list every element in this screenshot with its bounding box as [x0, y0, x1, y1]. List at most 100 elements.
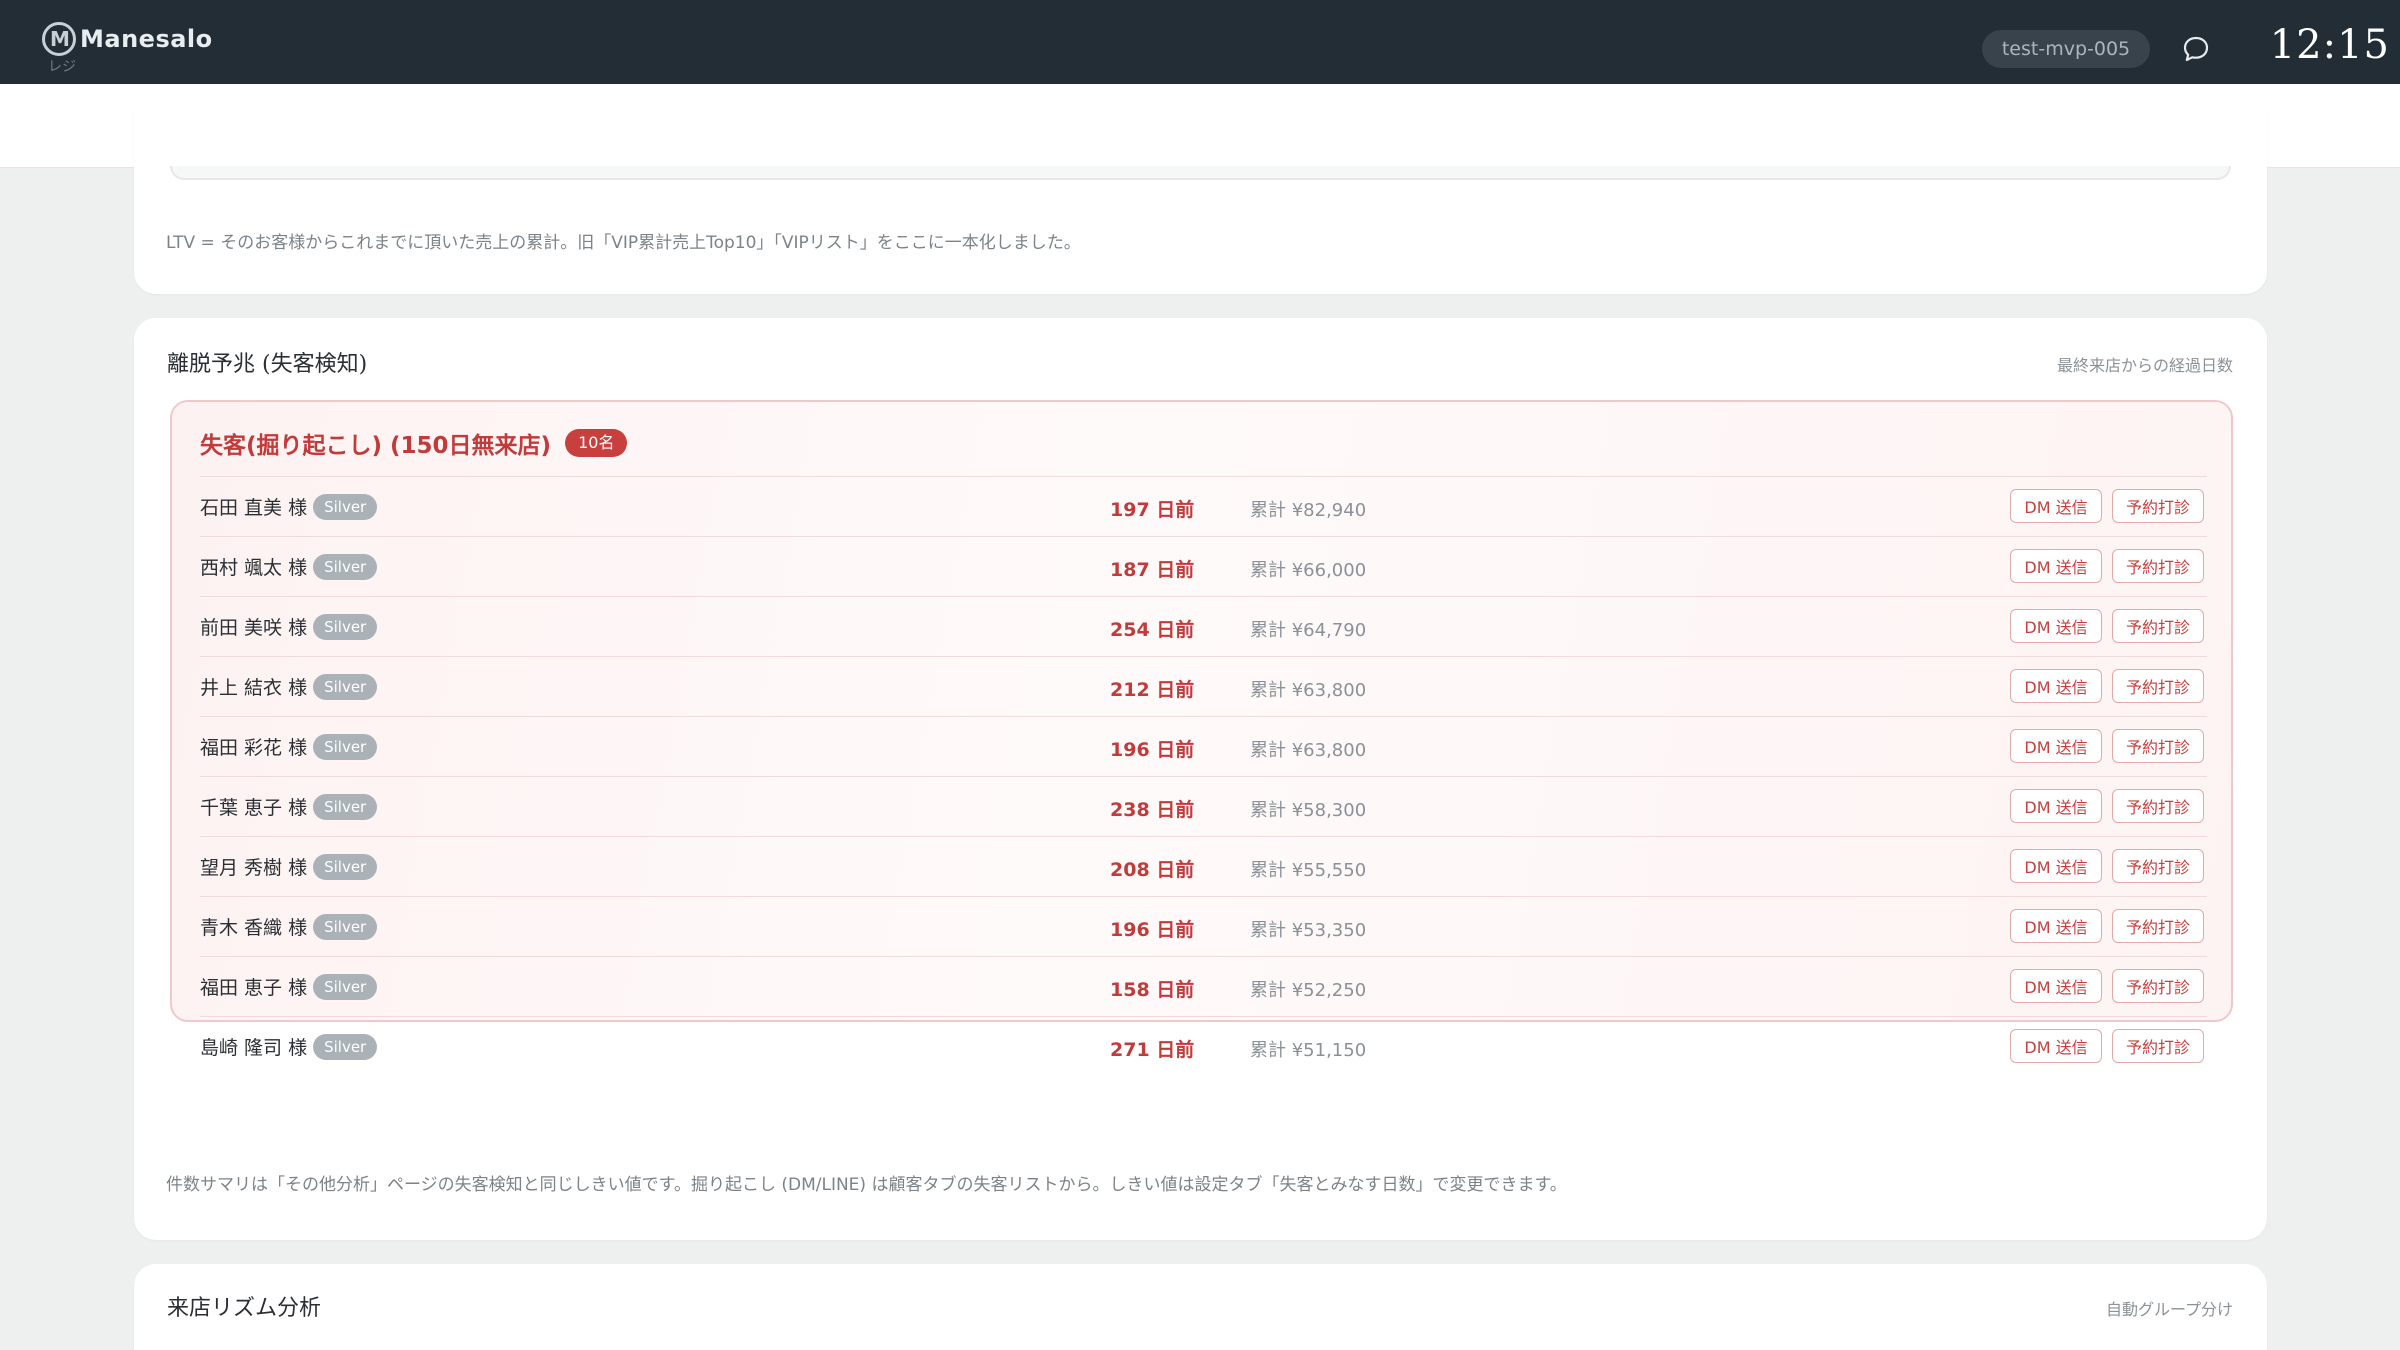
ltv-note: LTV = そのお客様からこれまでに頂いた売上の累計。旧「VIP累計売上Top1…: [166, 233, 1081, 253]
days-since-visit: 212 日前: [1110, 679, 1195, 701]
customer-name[interactable]: 福田 恵子 様: [200, 977, 307, 999]
reservation-offer-button[interactable]: 予約打診: [2112, 729, 2204, 763]
table-row: 千葉 恵子 様 Silver 238 日前 累計 ¥58,300 DM 送信 予約打診: [200, 776, 2207, 836]
table-row: 西村 颯太 様 Silver 187 日前 累計 ¥66,000 DM 送信 予約打診: [200, 536, 2207, 596]
customer-name[interactable]: 井上 結衣 様: [200, 677, 307, 699]
send-dm-button[interactable]: DM 送信: [2010, 669, 2102, 703]
table-row: 福田 恵子 様 Silver 158 日前 累計 ¥52,250 DM 送信 予約打診: [200, 956, 2207, 1016]
lifetime-total: 累計 ¥63,800: [1250, 680, 1367, 701]
days-since-visit: 187 日前: [1110, 559, 1195, 581]
reservation-offer-button[interactable]: 予約打診: [2112, 549, 2204, 583]
reservation-offer-button[interactable]: 予約打診: [2112, 609, 2204, 643]
table-row: 福田 彩花 様 Silver 196 日前 累計 ¥63,800 DM 送信 予約打診: [200, 716, 2207, 776]
lifetime-total: 累計 ¥51,150: [1250, 1040, 1367, 1061]
top-bar: Manesalo レジ test-mvp-005 12:15: [0, 0, 2400, 84]
days-since-visit: 208 日前: [1110, 859, 1195, 881]
customer-name[interactable]: 石田 直美 様: [200, 497, 307, 519]
table-row: 前田 美咲 様 Silver 254 日前 累計 ¥64,790 DM 送信 予約打診: [200, 596, 2207, 656]
customer-name-cell: 石田 直美 様 Silver: [200, 493, 378, 522]
customer-name[interactable]: 前田 美咲 様: [200, 617, 307, 639]
churn-card-subtitle: 最終来店からの経過日数: [2056, 356, 2233, 375]
reservation-offer-button[interactable]: 予約打診: [2112, 1029, 2204, 1063]
customer-name-cell: 島崎 隆司 様 Silver: [200, 1033, 378, 1062]
reservation-offer-button[interactable]: 予約打診: [2112, 909, 2204, 943]
table-row: 井上 結衣 様 Silver 212 日前 累計 ¥63,800 DM 送信 予約打診: [200, 656, 2207, 716]
table-row: 青木 香織 様 Silver 196 日前 累計 ¥53,350 DM 送信 予約打診: [200, 896, 2207, 956]
rhythm-card-title: 来店リズム分析: [167, 1296, 322, 1321]
days-since-visit: 197 日前: [1110, 499, 1195, 521]
send-dm-button[interactable]: DM 送信: [2010, 549, 2102, 583]
customer-name-cell: 西村 颯太 様 Silver: [200, 553, 378, 582]
lifetime-total: 累計 ¥82,940: [1250, 500, 1367, 521]
send-dm-button[interactable]: DM 送信: [2010, 1029, 2102, 1063]
send-dm-button[interactable]: DM 送信: [2010, 609, 2102, 643]
rank-badge: Silver: [313, 913, 378, 940]
customer-name-cell: 青木 香織 様 Silver: [200, 913, 378, 942]
rank-badge: Silver: [313, 973, 378, 1000]
days-since-visit: 254 日前: [1110, 619, 1195, 641]
send-dm-button[interactable]: DM 送信: [2010, 729, 2102, 763]
chat-bubble-icon[interactable]: [2182, 35, 2210, 63]
customer-name[interactable]: 青木 香織 様: [200, 917, 307, 939]
churn-card: 離脱予兆 (失客検知) 最終来店からの経過日数 失客(掘り起こし) (150日無…: [134, 318, 2267, 1240]
lifetime-total: 累計 ¥53,350: [1250, 920, 1367, 941]
app-name: Manesalo: [80, 25, 213, 53]
customer-name[interactable]: 望月 秀樹 様: [200, 857, 307, 879]
reservation-offer-button[interactable]: 予約打診: [2112, 669, 2204, 703]
logo-icon: [42, 22, 76, 56]
send-dm-button[interactable]: DM 送信: [2010, 789, 2102, 823]
group-count-badge: 10名: [565, 429, 628, 457]
send-dm-button[interactable]: DM 送信: [2010, 849, 2102, 883]
customer-name-cell: 福田 彩花 様 Silver: [200, 733, 378, 762]
reservation-offer-button[interactable]: 予約打診: [2112, 789, 2204, 823]
lifetime-total: 累計 ¥58,300: [1250, 800, 1367, 821]
customer-name-cell: 千葉 恵子 様 Silver: [200, 793, 378, 822]
app-logo[interactable]: Manesalo: [42, 22, 213, 56]
table-row: 石田 直美 様 Silver 197 日前 累計 ¥82,940 DM 送信 予約打診: [200, 476, 2207, 536]
lifetime-total: 累計 ¥64,790: [1250, 620, 1367, 641]
customer-name-cell: 福田 恵子 様 Silver: [200, 973, 378, 1002]
reservation-offer-button[interactable]: 予約打診: [2112, 849, 2204, 883]
rank-badge: Silver: [313, 493, 378, 520]
customer-name-cell: 望月 秀樹 様 Silver: [200, 853, 378, 882]
send-dm-button[interactable]: DM 送信: [2010, 489, 2102, 523]
lifetime-total: 累計 ¥52,250: [1250, 980, 1367, 1001]
days-since-visit: 158 日前: [1110, 979, 1195, 1001]
app-subtitle: レジ: [48, 59, 76, 75]
churn-note: 件数サマリは「その他分析」ページの失客検知と同じしきい値です。掘り起こし (DM…: [166, 1175, 1567, 1195]
lifetime-total: 累計 ¥63,800: [1250, 740, 1367, 761]
days-since-visit: 238 日前: [1110, 799, 1195, 821]
rank-badge: Silver: [313, 673, 378, 700]
rhythm-card: 来店リズム分析 自動グループ分け: [134, 1264, 2267, 1350]
churn-card-title: 離脱予兆 (失客検知): [167, 352, 368, 377]
days-since-visit: 196 日前: [1110, 919, 1195, 941]
customer-name-cell: 前田 美咲 様 Silver: [200, 613, 378, 642]
lifetime-total: 累計 ¥55,550: [1250, 860, 1367, 881]
reservation-offer-button[interactable]: 予約打診: [2112, 969, 2204, 1003]
rank-badge: Silver: [313, 613, 378, 640]
table-row: 望月 秀樹 様 Silver 208 日前 累計 ¥55,550 DM 送信 予約打診: [200, 836, 2207, 896]
lost-customer-group: 失客(掘り起こし) (150日無来店) 10名 石田 直美 様 Silver 197…: [170, 400, 2233, 1063]
reservation-offer-button[interactable]: 予約打診: [2112, 489, 2204, 523]
send-dm-button[interactable]: DM 送信: [2010, 969, 2102, 1003]
table-row: 島崎 隆司 様 Silver 271 日前 累計 ¥51,150 DM 送信 予約打診: [200, 1016, 2207, 1076]
days-since-visit: 271 日前: [1110, 1039, 1195, 1061]
rank-badge: Silver: [313, 853, 378, 880]
lifetime-total: 累計 ¥66,000: [1250, 560, 1367, 581]
rank-badge: Silver: [313, 793, 378, 820]
rank-badge: Silver: [313, 553, 378, 580]
customer-name[interactable]: 福田 彩花 様: [200, 737, 307, 759]
customer-list: 石田 直美 様 Silver 197 日前 累計 ¥82,940 DM 送信 予約打診 西村…: [200, 476, 2207, 1076]
store-id-badge[interactable]: test-mvp-005: [1982, 30, 2150, 68]
customer-name[interactable]: 西村 颯太 様: [200, 557, 307, 579]
rank-badge: Silver: [313, 1033, 378, 1060]
customer-name[interactable]: 千葉 恵子 様: [200, 797, 307, 819]
rhythm-card-subtitle: 自動グループ分け: [2105, 1300, 2233, 1319]
ltv-card: LTV = そのお客様からこれまでに頂いた売上の累計。旧「VIP累計売上Top1…: [134, 110, 2267, 294]
group-title: 失客(掘り起こし) (150日無来店): [200, 433, 552, 459]
ltv-table-bottom: [170, 166, 2231, 180]
rank-badge: Silver: [313, 733, 378, 760]
customer-name[interactable]: 島崎 隆司 様: [200, 1037, 307, 1059]
send-dm-button[interactable]: DM 送信: [2010, 909, 2102, 943]
customer-name-cell: 井上 結衣 様 Silver: [200, 673, 378, 702]
